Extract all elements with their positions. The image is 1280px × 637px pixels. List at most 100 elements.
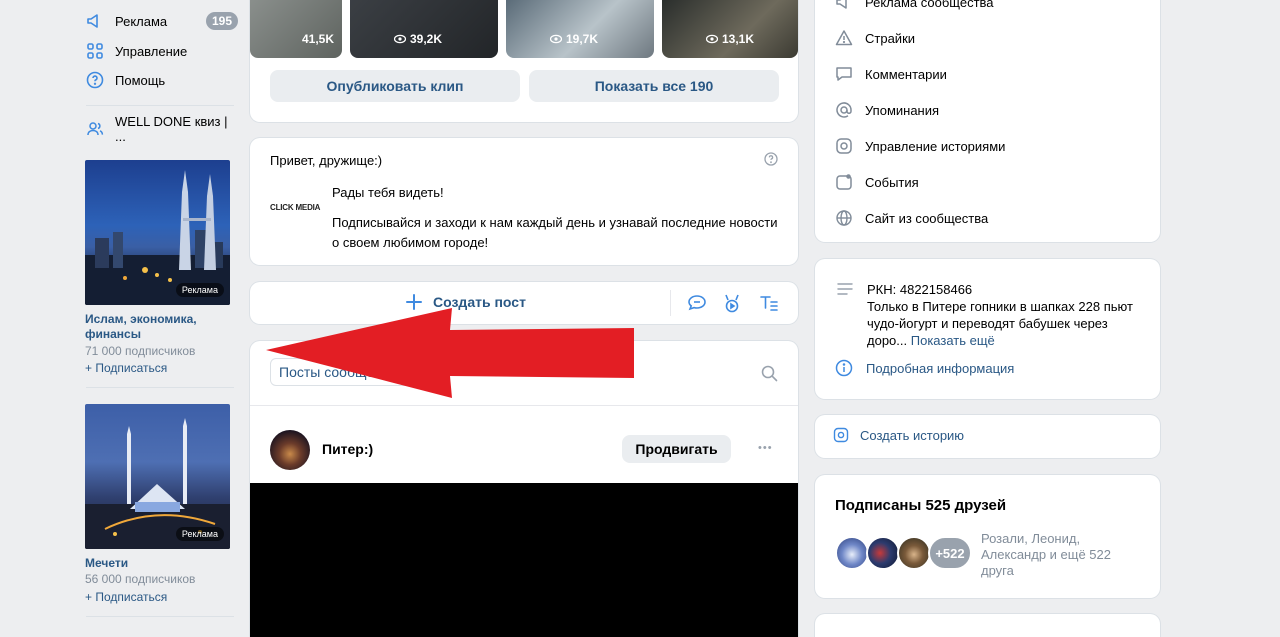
menu-item-label: Комментарии	[865, 66, 947, 82]
text-lines-icon	[837, 283, 853, 298]
help-icon[interactable]	[764, 152, 778, 169]
menu-item-stories[interactable]: Управление историями	[835, 136, 1005, 156]
greeting-card: Привет, дружище:) CLICK MEDIA Рады тебя …	[250, 138, 798, 265]
menu-item-comments[interactable]: Комментарии	[835, 64, 947, 84]
help-icon	[86, 71, 104, 89]
nav-item-ads[interactable]: Реклама	[86, 10, 167, 32]
post-media[interactable]	[250, 483, 798, 637]
search-icon[interactable]	[761, 365, 778, 385]
menu-item-mentions[interactable]: Упоминания	[835, 100, 939, 120]
about-line: доро... Показать ещё	[867, 332, 1152, 349]
about-text: РКН: 4822158466 Только в Питере гопники …	[867, 281, 1152, 349]
friends-title[interactable]: Подписаны 525 друзей	[835, 497, 1006, 514]
ad-subscribe-label: Подписаться	[95, 361, 168, 375]
megaphone-icon	[86, 12, 104, 30]
create-story-label: Создать историю	[860, 427, 965, 443]
ad-badge: Реклама	[175, 527, 224, 541]
about-line: Только в Питере гопники в шапках 228 пью…	[867, 299, 1133, 314]
clip-thumbnail[interactable]: 13,1K	[662, 0, 798, 58]
menu-item-label: Управление историями	[865, 138, 1006, 154]
friends-names-line: Розали, Леонид,	[981, 531, 1081, 546]
clip-views: 19,7K	[549, 32, 598, 46]
menu-item-label: События	[865, 174, 919, 190]
comment-icon[interactable]	[687, 294, 707, 315]
globe-icon	[835, 209, 853, 227]
clip-views: 39,2K	[393, 32, 442, 46]
menu-item-strikes[interactable]: Страйки	[835, 28, 915, 48]
menu-item-events[interactable]: События	[835, 172, 919, 192]
ad-image-mosque[interactable]: Реклама	[85, 404, 230, 549]
ad-badge: Реклама	[175, 283, 224, 297]
post-author[interactable]: Питер:)	[322, 441, 373, 457]
clips-card: 41,5K 39,2K 19,7K 13,1K Опубликовать кли…	[250, 0, 798, 122]
ad-subscribers: 71 000 подписчиков	[85, 344, 196, 358]
about-line: чудо-йогурт и переводят бабушек через	[867, 316, 1108, 331]
ad-image-towers[interactable]: Реклама	[85, 160, 230, 305]
ad-title[interactable]: Мечети	[85, 556, 235, 571]
create-story-button[interactable]: Создать историю	[833, 427, 964, 443]
more-friends-badge[interactable]: +522	[928, 536, 972, 570]
red-arrow-annotation	[266, 308, 634, 398]
clip-views: 13,1K	[705, 32, 754, 46]
about-line: РКН: 4822158466	[867, 282, 973, 297]
friends-names-line: Александр и ещё 522	[981, 547, 1111, 562]
story-icon	[833, 427, 849, 443]
ad-subscribe-link[interactable]: + Подписаться	[85, 590, 167, 604]
divider	[86, 105, 234, 106]
comment-icon	[835, 65, 853, 83]
story-icon	[835, 137, 853, 155]
ad-subscribers: 56 000 подписчиков	[85, 572, 196, 586]
publish-clip-button[interactable]: Опубликовать клип	[270, 70, 520, 102]
friends-names-line: друга	[981, 563, 1014, 578]
at-icon	[835, 101, 853, 119]
ad-subscribe-label: Подписаться	[95, 590, 168, 604]
community-link-label: WELL DONE квиз | ...	[115, 114, 228, 144]
ad-subscribe-link[interactable]: + Подписаться	[85, 361, 167, 375]
story-card: Создать историю	[815, 415, 1160, 458]
ad-title[interactable]: Ислам, экономика, финансы	[85, 312, 235, 342]
nav-item-community[interactable]: WELL DONE квиз | ...	[86, 114, 236, 144]
promote-button[interactable]: Продвигать	[622, 435, 731, 463]
menu-item-site[interactable]: Сайт из сообщества	[835, 208, 988, 228]
divider	[670, 290, 671, 316]
avatar[interactable]	[835, 536, 869, 570]
nav-item-manage[interactable]: Управление	[86, 40, 187, 62]
details-link[interactable]: Подробная информация	[835, 359, 1014, 377]
more-icon[interactable]: •••	[758, 442, 773, 454]
nav-item-help[interactable]: Помощь	[86, 69, 165, 91]
menu-item-community-ads[interactable]: Реклама сообщества	[835, 0, 994, 12]
greeting-line2: Подписывайся и заходи к нам каждый день …	[332, 215, 778, 250]
text-format-icon[interactable]	[759, 294, 779, 315]
show-all-clips-button[interactable]: Показать все 190	[529, 70, 779, 102]
menu-item-label: Страйки	[865, 30, 916, 46]
nav-item-label: Реклама	[115, 13, 168, 29]
grid-icon	[86, 42, 104, 60]
users-icon	[86, 120, 104, 138]
clip-views: 41,5K	[301, 32, 334, 46]
menu-item-label: Реклама сообщества	[865, 0, 994, 10]
divider	[86, 616, 234, 617]
friends-names: Розали, Леонид, Александр и ещё 522 друг…	[981, 531, 1111, 579]
megaphone-icon	[835, 0, 853, 11]
menu-item-label: Сайт из сообщества	[865, 210, 989, 226]
left-sidebar: Реклама 195 Управление Помощь WELL DONE …	[76, 0, 239, 637]
avatar[interactable]	[270, 430, 310, 470]
event-icon	[835, 173, 853, 191]
clip-thumbnail[interactable]: 39,2K	[350, 0, 498, 58]
about-line-truncated: доро...	[867, 333, 908, 348]
details-label: Подробная информация	[866, 360, 1015, 376]
about-card: РКН: 4822158466 Только в Питере гопники …	[815, 259, 1160, 399]
avatar[interactable]	[897, 536, 931, 570]
friends-card: Подписаны 525 друзей +522 Розали, Леонид…	[815, 475, 1160, 598]
show-more-link[interactable]: Показать ещё	[911, 333, 995, 348]
clip-icon[interactable]	[723, 293, 741, 316]
eye-icon	[549, 34, 562, 44]
ads-count-badge: 195	[206, 12, 239, 30]
clip-thumbnail[interactable]: 19,7K	[506, 0, 654, 58]
avatar[interactable]	[866, 536, 900, 570]
clip-thumbnail[interactable]: 41,5K	[250, 0, 342, 58]
menu-item-label: Упоминания	[865, 102, 940, 118]
admin-menu-card: Реклама сообщества Страйки Комментарии У…	[815, 0, 1160, 242]
nav-item-label: Помощь	[115, 72, 166, 88]
info-icon	[835, 359, 853, 377]
